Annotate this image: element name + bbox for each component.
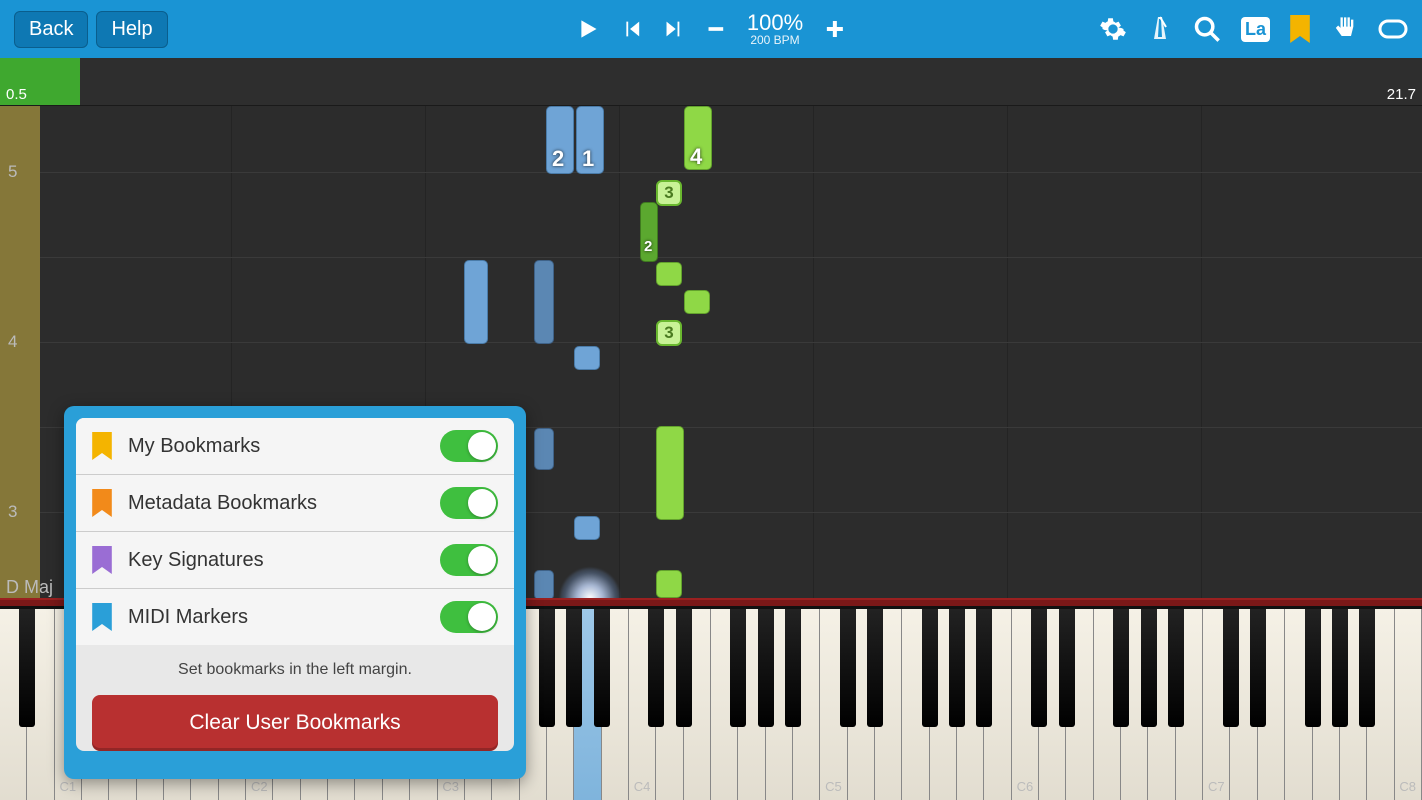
note bbox=[534, 428, 554, 470]
bookmark-popup: My Bookmarks Metadata Bookmarks Key Sign… bbox=[64, 406, 526, 779]
black-key[interactable] bbox=[1059, 609, 1075, 727]
playback-controls: 100% 200 BPM bbox=[575, 12, 847, 46]
bookmark-icon bbox=[92, 546, 112, 574]
key-signature: D Maj bbox=[6, 577, 53, 598]
bookmark-icon[interactable] bbox=[1290, 15, 1310, 43]
finger-label: 2 bbox=[644, 238, 652, 255]
octave-label: C5 bbox=[825, 779, 842, 794]
octave-label: C1 bbox=[60, 779, 77, 794]
tempo-percent: 100% bbox=[747, 12, 803, 34]
bookmark-toggle-row: My Bookmarks bbox=[76, 418, 514, 475]
black-key[interactable] bbox=[539, 609, 555, 727]
right-tools: La bbox=[1099, 15, 1408, 43]
help-button[interactable]: Help bbox=[96, 11, 167, 48]
gear-icon[interactable] bbox=[1099, 15, 1127, 43]
octave-label: C4 bbox=[634, 779, 651, 794]
black-key[interactable] bbox=[1113, 609, 1129, 727]
next-icon[interactable] bbox=[663, 18, 685, 40]
black-key[interactable] bbox=[1250, 609, 1266, 727]
popup-hint: Set bookmarks in the left margin. bbox=[76, 645, 514, 695]
bookmark-toggle-row: MIDI Markers bbox=[76, 589, 514, 645]
black-key[interactable] bbox=[1031, 609, 1047, 727]
time-start: 0.5 bbox=[6, 86, 27, 103]
toggle-switch[interactable] bbox=[440, 601, 498, 633]
black-key[interactable] bbox=[840, 609, 856, 727]
bookmark-toggle-row: Key Signatures bbox=[76, 532, 514, 589]
finger-badge: 3 bbox=[656, 320, 682, 346]
octave-label: C7 bbox=[1208, 779, 1225, 794]
black-key[interactable] bbox=[648, 609, 664, 727]
white-key[interactable]: C8 bbox=[1395, 609, 1422, 800]
measure-3: 3 bbox=[8, 502, 17, 522]
measure-5: 5 bbox=[8, 162, 17, 182]
metronome-icon[interactable] bbox=[1147, 15, 1173, 43]
time-end: 21.7 bbox=[1387, 86, 1416, 103]
black-key[interactable] bbox=[949, 609, 965, 727]
toggle-switch[interactable] bbox=[440, 430, 498, 462]
note bbox=[534, 260, 554, 344]
tempo-display[interactable]: 100% 200 BPM bbox=[747, 12, 803, 46]
back-button[interactable]: Back bbox=[14, 11, 88, 48]
bookmark-toggle-row: Metadata Bookmarks bbox=[76, 475, 514, 532]
black-key[interactable] bbox=[785, 609, 801, 727]
black-key[interactable] bbox=[758, 609, 774, 727]
hand-icon[interactable] bbox=[1330, 15, 1358, 43]
black-key[interactable] bbox=[922, 609, 938, 727]
toggle-switch[interactable] bbox=[440, 544, 498, 576]
finger-label: 2 bbox=[552, 146, 564, 172]
note bbox=[464, 260, 488, 344]
black-key[interactable] bbox=[1223, 609, 1239, 727]
black-key[interactable] bbox=[730, 609, 746, 727]
tempo-plus-icon[interactable] bbox=[823, 17, 847, 41]
top-bar: Back Help 100% 200 BPM La bbox=[0, 0, 1422, 58]
finger-badge: 3 bbox=[656, 180, 682, 206]
finger-label: 1 bbox=[582, 146, 594, 172]
black-key[interactable] bbox=[19, 609, 35, 727]
black-key[interactable] bbox=[566, 609, 582, 727]
note bbox=[656, 262, 682, 286]
zoom-icon[interactable] bbox=[1193, 15, 1221, 43]
black-key[interactable] bbox=[867, 609, 883, 727]
finger-label: 4 bbox=[690, 144, 702, 170]
tempo-minus-icon[interactable] bbox=[705, 18, 727, 40]
toggle-switch[interactable] bbox=[440, 487, 498, 519]
bookmark-row-label: MIDI Markers bbox=[128, 606, 440, 629]
timeline[interactable]: 0.5 21.7 bbox=[0, 58, 1422, 106]
note bbox=[574, 346, 600, 370]
measure-4: 4 bbox=[8, 332, 17, 352]
bookmark-row-label: Metadata Bookmarks bbox=[128, 492, 440, 515]
note bbox=[684, 290, 710, 314]
octave-label: C6 bbox=[1017, 779, 1034, 794]
bookmark-row-label: Key Signatures bbox=[128, 549, 440, 572]
black-key[interactable] bbox=[1305, 609, 1321, 727]
black-key[interactable] bbox=[676, 609, 692, 727]
clear-bookmarks-button[interactable]: Clear User Bookmarks bbox=[92, 695, 498, 751]
octave-label: C8 bbox=[1399, 779, 1416, 794]
play-icon[interactable] bbox=[575, 16, 601, 42]
tempo-bpm: 200 BPM bbox=[747, 34, 803, 46]
black-key[interactable] bbox=[976, 609, 992, 727]
octave-label: C3 bbox=[442, 779, 459, 794]
measure-gutter[interactable] bbox=[0, 106, 40, 606]
note bbox=[534, 570, 554, 600]
bookmark-icon bbox=[92, 489, 112, 517]
black-key[interactable] bbox=[1141, 609, 1157, 727]
labels-button[interactable]: La bbox=[1241, 17, 1270, 42]
note bbox=[574, 516, 600, 540]
bookmark-row-label: My Bookmarks bbox=[128, 435, 440, 458]
loop-icon[interactable] bbox=[1378, 18, 1408, 40]
note bbox=[656, 426, 684, 520]
black-key[interactable] bbox=[594, 609, 610, 727]
prev-icon[interactable] bbox=[621, 18, 643, 40]
bookmark-icon bbox=[92, 603, 112, 631]
black-key[interactable] bbox=[1359, 609, 1375, 727]
bookmark-icon bbox=[92, 432, 112, 460]
octave-label: C2 bbox=[251, 779, 268, 794]
black-key[interactable] bbox=[1168, 609, 1184, 727]
note bbox=[656, 570, 682, 598]
black-key[interactable] bbox=[1332, 609, 1348, 727]
